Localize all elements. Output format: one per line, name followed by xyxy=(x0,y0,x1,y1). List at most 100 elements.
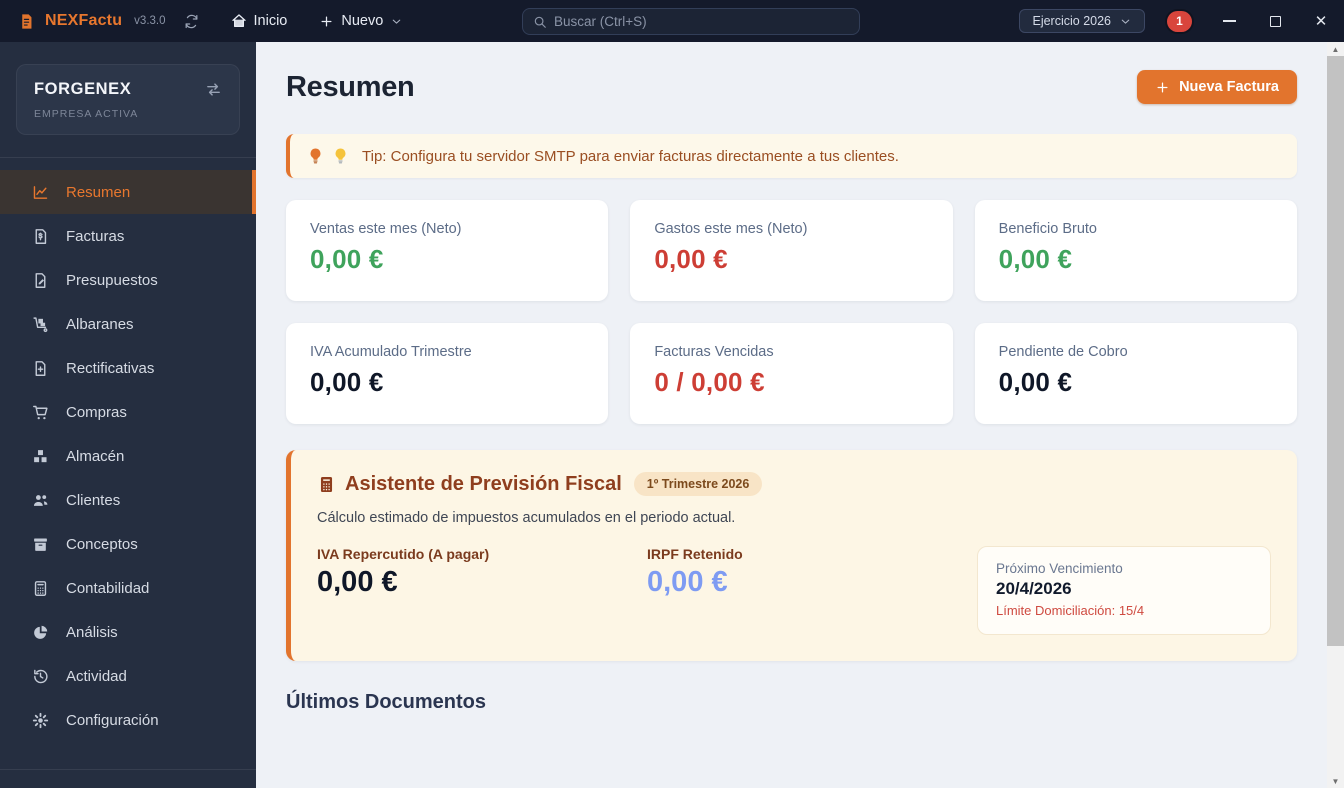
chart-line-icon xyxy=(30,184,50,201)
scrollbar-thumb[interactable] xyxy=(1327,56,1344,646)
sidebar-item-label: Análisis xyxy=(66,623,118,641)
stat-card-label: Pendiente de Cobro xyxy=(998,344,1128,360)
search-icon xyxy=(533,15,547,29)
maximize-button[interactable] xyxy=(1252,0,1298,42)
lightbulb-orange-icon xyxy=(308,147,323,165)
sidebar-item-label: Contabilidad xyxy=(66,579,150,597)
stat-card-value: 0,00 € xyxy=(310,367,384,397)
sidebar-item-facturas[interactable]: Facturas xyxy=(0,214,256,258)
sidebar-item-label: Facturas xyxy=(66,227,125,245)
next-due-label: Próximo Vencimiento xyxy=(996,561,1123,576)
refresh-icon[interactable] xyxy=(184,14,199,29)
lightbulb-yellow-icon xyxy=(333,147,348,165)
pie-chart-icon xyxy=(30,624,50,641)
fiscal-irpf-value: 0,00 € xyxy=(647,566,728,598)
plus-icon xyxy=(319,14,334,29)
new-invoice-button[interactable]: Nueva Factura xyxy=(1137,70,1297,104)
sidebar-item-compras[interactable]: Compras xyxy=(0,390,256,434)
exercise-selector-value: Ejercicio 2026 xyxy=(1032,14,1111,28)
fiscal-title: Asistente de Previsión Fiscal xyxy=(317,473,622,496)
sidebar-item-label: Compras xyxy=(66,403,127,421)
stat-card-0: Ventas este mes (Neto) 0,00 € xyxy=(286,200,609,301)
history-icon xyxy=(30,668,50,685)
sidebar-item-label: Almacén xyxy=(66,447,125,465)
exercise-selector[interactable]: Ejercicio 2026 xyxy=(1019,9,1145,33)
company-card-header: FORGENEX xyxy=(34,80,222,99)
stat-card-3: IVA Acumulado Trimestre 0,00 € xyxy=(286,323,609,424)
sidebar-item-contabilidad[interactable]: Contabilidad xyxy=(0,566,256,610)
sidebar-item-label: Albaranes xyxy=(66,315,134,333)
sidebar-item-resumen[interactable]: Resumen xyxy=(0,170,256,214)
sidebar-item-clientes[interactable]: Clientes xyxy=(0,478,256,522)
sidebar-nav: Resumen Facturas Presupuestos Albaranes Rect… xyxy=(0,170,256,742)
sidebar-item-almacen[interactable]: Almacén xyxy=(0,434,256,478)
switch-company-icon[interactable] xyxy=(205,81,222,98)
cart-icon xyxy=(30,404,50,421)
sidebar-item-albaranes[interactable]: Albaranes xyxy=(0,302,256,346)
stat-card-value: 0,00 € xyxy=(654,244,728,274)
users-icon xyxy=(30,492,50,509)
sidebar-item-label: Resumen xyxy=(66,183,131,201)
file-plus-icon xyxy=(30,360,50,377)
company-status: EMPRESA ACTIVA xyxy=(34,108,139,120)
next-due-limit: Límite Domiciliación: 15/4 xyxy=(996,603,1145,618)
home-button[interactable]: Inicio xyxy=(231,13,288,29)
gear-icon xyxy=(30,712,50,729)
chevron-down-icon xyxy=(1119,15,1132,28)
fiscal-iva-value: 0,00 € xyxy=(317,566,398,598)
stat-card-1: Gastos este mes (Neto) 0,00 € xyxy=(630,200,953,301)
sidebar-divider xyxy=(0,157,256,158)
sidebar-item-label: Actividad xyxy=(66,667,127,685)
stat-card-value: 0,00 € xyxy=(310,244,384,274)
stat-card-label: Beneficio Bruto xyxy=(998,221,1097,237)
new-label: Nuevo xyxy=(341,13,384,29)
stat-card-label: IVA Acumulado Trimestre xyxy=(310,344,472,360)
chevron-down-icon xyxy=(390,15,403,28)
smtp-tip-banner: Tip: Configura tu servidor SMTP para env… xyxy=(286,134,1297,178)
sidebar-item-conceptos[interactable]: Conceptos xyxy=(0,522,256,566)
page-header: Resumen Nueva Factura xyxy=(286,70,1297,104)
sidebar-item-actividad[interactable]: Actividad xyxy=(0,654,256,698)
close-button[interactable]: ✕ xyxy=(1298,0,1344,42)
fiscal-columns: IVA Repercutido (A pagar) 0,00 € IRPF Re… xyxy=(317,546,1271,635)
boxes-icon xyxy=(30,448,50,465)
stat-card-4: Facturas Vencidas 0 / 0,00 € xyxy=(630,323,953,424)
fiscal-iva-label: IVA Repercutido (A pagar) xyxy=(317,546,490,562)
scroll-up-arrow-icon[interactable]: ▲ xyxy=(1327,42,1344,56)
dolly-icon xyxy=(30,316,50,333)
home-label: Inicio xyxy=(253,13,288,29)
new-invoice-label: Nueva Factura xyxy=(1179,79,1279,95)
scroll-down-arrow-icon[interactable]: ▼ xyxy=(1327,774,1344,788)
sidebar-item-rectificativas[interactable]: Rectificativas xyxy=(0,346,256,390)
vertical-scrollbar[interactable]: ▲ ▼ xyxy=(1327,42,1344,788)
fiscal-period-badge: 1º Trimestre 2026 xyxy=(633,472,763,496)
close-icon: ✕ xyxy=(1314,12,1328,30)
sidebar-item-analisis[interactable]: Análisis xyxy=(0,610,256,654)
stat-card-label: Ventas este mes (Neto) xyxy=(310,221,462,237)
calculator-icon xyxy=(30,580,50,597)
fiscal-description: Cálculo estimado de impuestos acumulados… xyxy=(317,510,736,526)
notification-badge[interactable]: 1 xyxy=(1167,10,1192,32)
new-menu-button[interactable]: Nuevo xyxy=(319,13,403,29)
minimize-button[interactable] xyxy=(1206,0,1252,42)
stat-card-5: Pendiente de Cobro 0,00 € xyxy=(974,323,1297,424)
search-input[interactable] xyxy=(554,14,849,29)
sidebar-item-configuracion[interactable]: Configuración xyxy=(0,698,256,742)
sidebar-item-label: Rectificativas xyxy=(66,359,155,377)
sidebar-item-label: Conceptos xyxy=(66,535,138,553)
sidebar: FORGENEX EMPRESA ACTIVA Resumen Facturas P… xyxy=(0,42,256,788)
titlebar-right: Ejercicio 2026 1 ✕ xyxy=(1019,0,1344,42)
stat-card-value: 0,00 € xyxy=(998,244,1073,274)
sidebar-item-presupuestos[interactable]: Presupuestos xyxy=(0,258,256,302)
global-search[interactable] xyxy=(522,8,860,35)
app-name: NEXFactu xyxy=(45,12,123,29)
company-card[interactable]: FORGENEX EMPRESA ACTIVA xyxy=(16,64,240,135)
minimize-icon xyxy=(1222,20,1236,22)
fiscal-forecast-card: Asistente de Previsión Fiscal 1º Trimest… xyxy=(286,450,1297,661)
box-archive-icon xyxy=(30,536,50,553)
fiscal-iva-block: IVA Repercutido (A pagar) 0,00 € xyxy=(317,546,647,599)
maximize-icon xyxy=(1269,15,1281,27)
file-invoice-icon xyxy=(30,228,50,245)
next-due-date: 20/4/2026 xyxy=(996,579,1072,598)
sidebar-item-label: Presupuestos xyxy=(66,271,158,289)
